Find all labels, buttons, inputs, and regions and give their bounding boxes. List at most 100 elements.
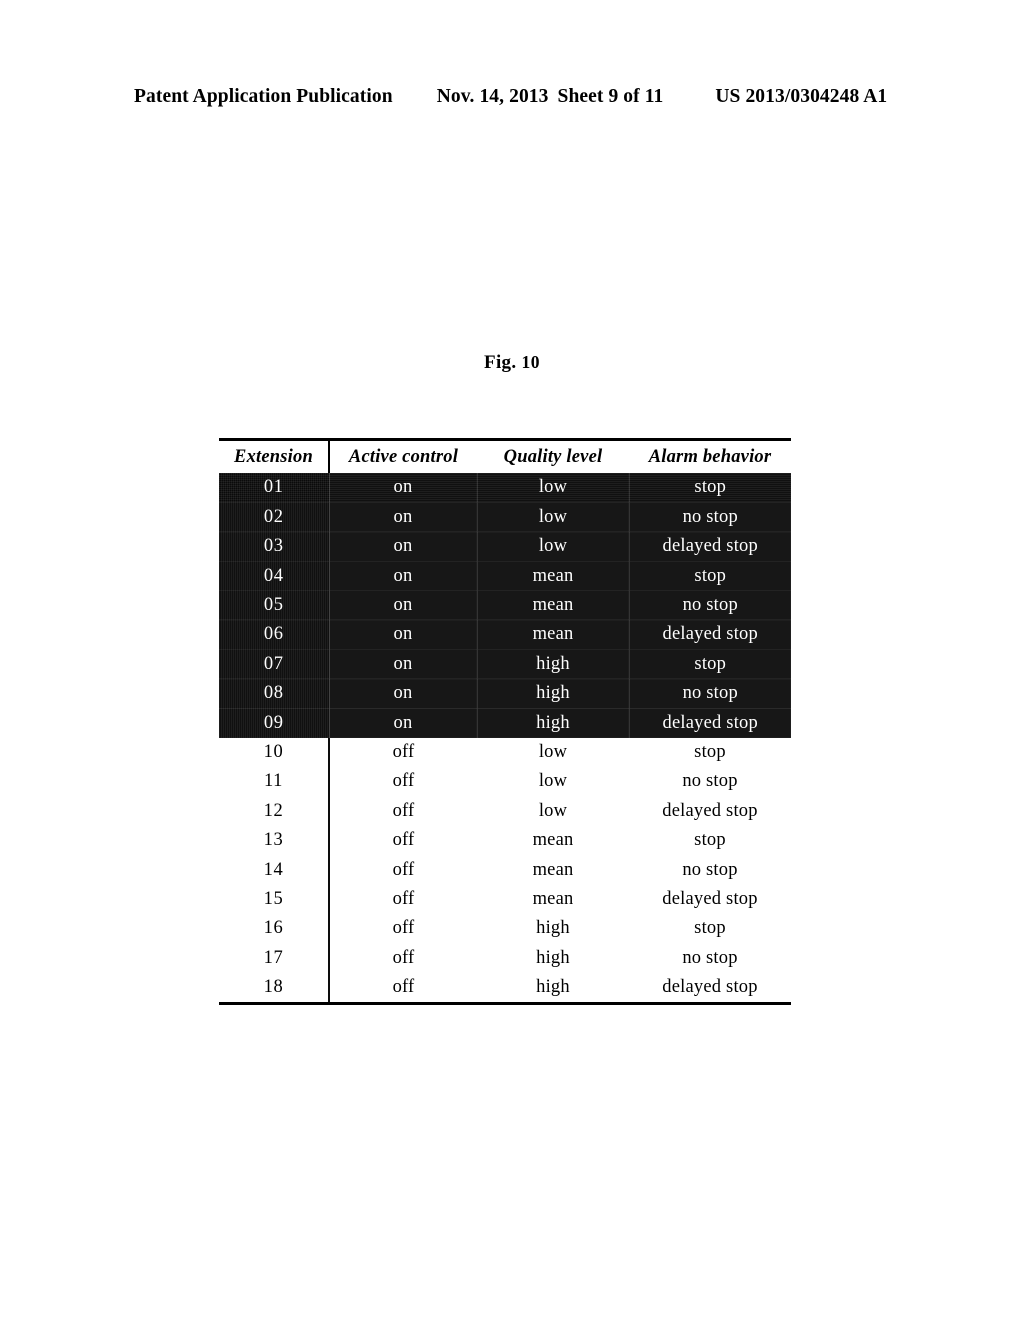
cell-alarm-behavior: stop [629,560,791,591]
cell-active-control: on [329,560,478,591]
cell-quality-level: low [477,501,630,532]
cell-alarm-behavior: delayed stop [629,619,791,650]
cell-extension: 01 [219,473,330,503]
cell-extension: 16 [219,913,330,944]
patent-number: US 2013/0304248 A1 [715,86,888,107]
patent-running-header: Patent Application Publication Nov. 14, … [134,86,887,112]
column-header-alarm-behavior: Alarm behavior [629,441,791,473]
table-row: 10 off low stop [219,737,791,767]
cell-quality-level: mean [532,830,574,851]
cell-active-control: off [392,859,415,880]
cell-active-control: off [392,741,415,762]
cell-extension: 11 [219,766,330,797]
table-row: 01 on low stop [219,473,791,503]
cell-alarm-behavior: stop [694,741,726,762]
publication-label: Patent Application Publication [134,86,393,107]
cell-alarm-behavior: stop [694,918,726,939]
cell-active-control: off [392,771,415,792]
cell-extension: 13 [219,825,330,856]
figure-10-table-container: Extension Active control Quality level A… [219,438,791,1006]
cell-active-control: off [392,977,415,998]
table-row: 13 off mean stop [219,825,791,856]
cell-extension: 12 [219,796,330,826]
table-row: 06 on mean delayed stop [219,619,791,650]
cell-extension: 02 [219,501,330,532]
cell-alarm-behavior: no stop [629,501,791,532]
table-header-row: Extension Active control Quality level A… [219,441,791,473]
column-header-quality-level: Quality level [477,441,629,473]
cell-extension: 10 [219,737,330,767]
cell-extension: 07 [219,648,330,679]
cell-active-control: on [329,590,478,620]
table-row: 03 on low delayed stop [219,531,791,562]
extension-configuration-table: Extension Active control Quality level A… [219,441,791,1003]
cell-alarm-behavior: no stop [629,678,791,709]
cell-quality-level: high [536,918,570,939]
cell-active-control: off [392,918,415,939]
cell-extension: 14 [219,855,330,885]
cell-quality-level: mean [477,560,630,591]
cell-active-control: off [392,947,415,968]
table-row: 05 on mean no stop [219,590,791,620]
cell-extension: 04 [219,560,330,591]
table-header: Extension Active control Quality level A… [219,441,791,473]
cell-active-control: on [329,531,478,562]
cell-alarm-behavior: delayed stop [662,888,758,909]
cell-quality-level: high [477,648,630,679]
figure-caption-prefix: Fig. [484,352,517,373]
cell-active-control: on [329,678,478,709]
cell-quality-level: mean [532,888,574,909]
cell-quality-level: high [477,678,630,709]
cell-active-control: on [329,648,478,679]
cell-quality-level: high [536,947,570,968]
cell-quality-level: low [538,741,568,762]
cell-extension: 09 [219,707,330,738]
table-row: 18 off high delayed stop [219,972,791,1003]
table-row: 14 off mean no stop [219,855,791,885]
cell-alarm-behavior: no stop [682,947,738,968]
sheet-number: Sheet 9 of 11 [557,86,664,107]
cell-alarm-behavior: no stop [629,590,791,620]
cell-active-control: off [392,888,415,909]
cell-quality-level: low [477,473,630,503]
cell-quality-level: mean [477,619,630,650]
table-row: 08 on high no stop [219,678,791,709]
table-row: 17 off high no stop [219,943,791,973]
cell-quality-level: low [538,800,568,821]
cell-extension: 06 [219,619,330,650]
cell-quality-level: mean [532,859,574,880]
cell-quality-level: high [536,977,570,998]
table-row: 11 off low no stop [219,766,791,797]
column-header-extension: Extension [219,441,330,473]
cell-alarm-behavior: delayed stop [629,707,791,738]
table-body: 01 on low stop 02 on low no stop 03 on low delayed … [219,473,791,1003]
cell-alarm-behavior: no stop [682,771,738,792]
cell-alarm-behavior: stop [629,648,791,679]
cell-active-control: on [329,473,478,503]
cell-quality-level: low [538,771,568,792]
cell-alarm-behavior: no stop [682,859,738,880]
cell-quality-level: low [477,531,630,562]
table-row: 16 off high stop [219,913,791,944]
cell-active-control: on [329,707,478,738]
cell-active-control: off [392,800,415,821]
table-row: 15 off mean delayed stop [219,884,791,914]
cell-active-control: on [329,501,478,532]
cell-quality-level: high [477,707,630,738]
table-bottom-rule [219,1002,791,1006]
cell-alarm-behavior: stop [629,473,791,503]
cell-extension: 05 [219,590,330,620]
publication-date: Nov. 14, 2013 [436,86,549,107]
cell-extension: 15 [219,884,330,914]
table-row: 09 on high delayed stop [219,707,791,738]
cell-extension: 17 [219,943,330,973]
cell-alarm-behavior: delayed stop [662,977,758,998]
table-row: 12 off low delayed stop [219,796,791,826]
figure-caption: Fig. 10 [0,352,1024,374]
cell-active-control: on [329,619,478,650]
table-row: 02 on low no stop [219,501,791,532]
cell-extension: 08 [219,678,330,709]
cell-alarm-behavior: stop [694,830,726,851]
cell-quality-level: mean [477,590,630,620]
cell-alarm-behavior: delayed stop [662,800,758,821]
